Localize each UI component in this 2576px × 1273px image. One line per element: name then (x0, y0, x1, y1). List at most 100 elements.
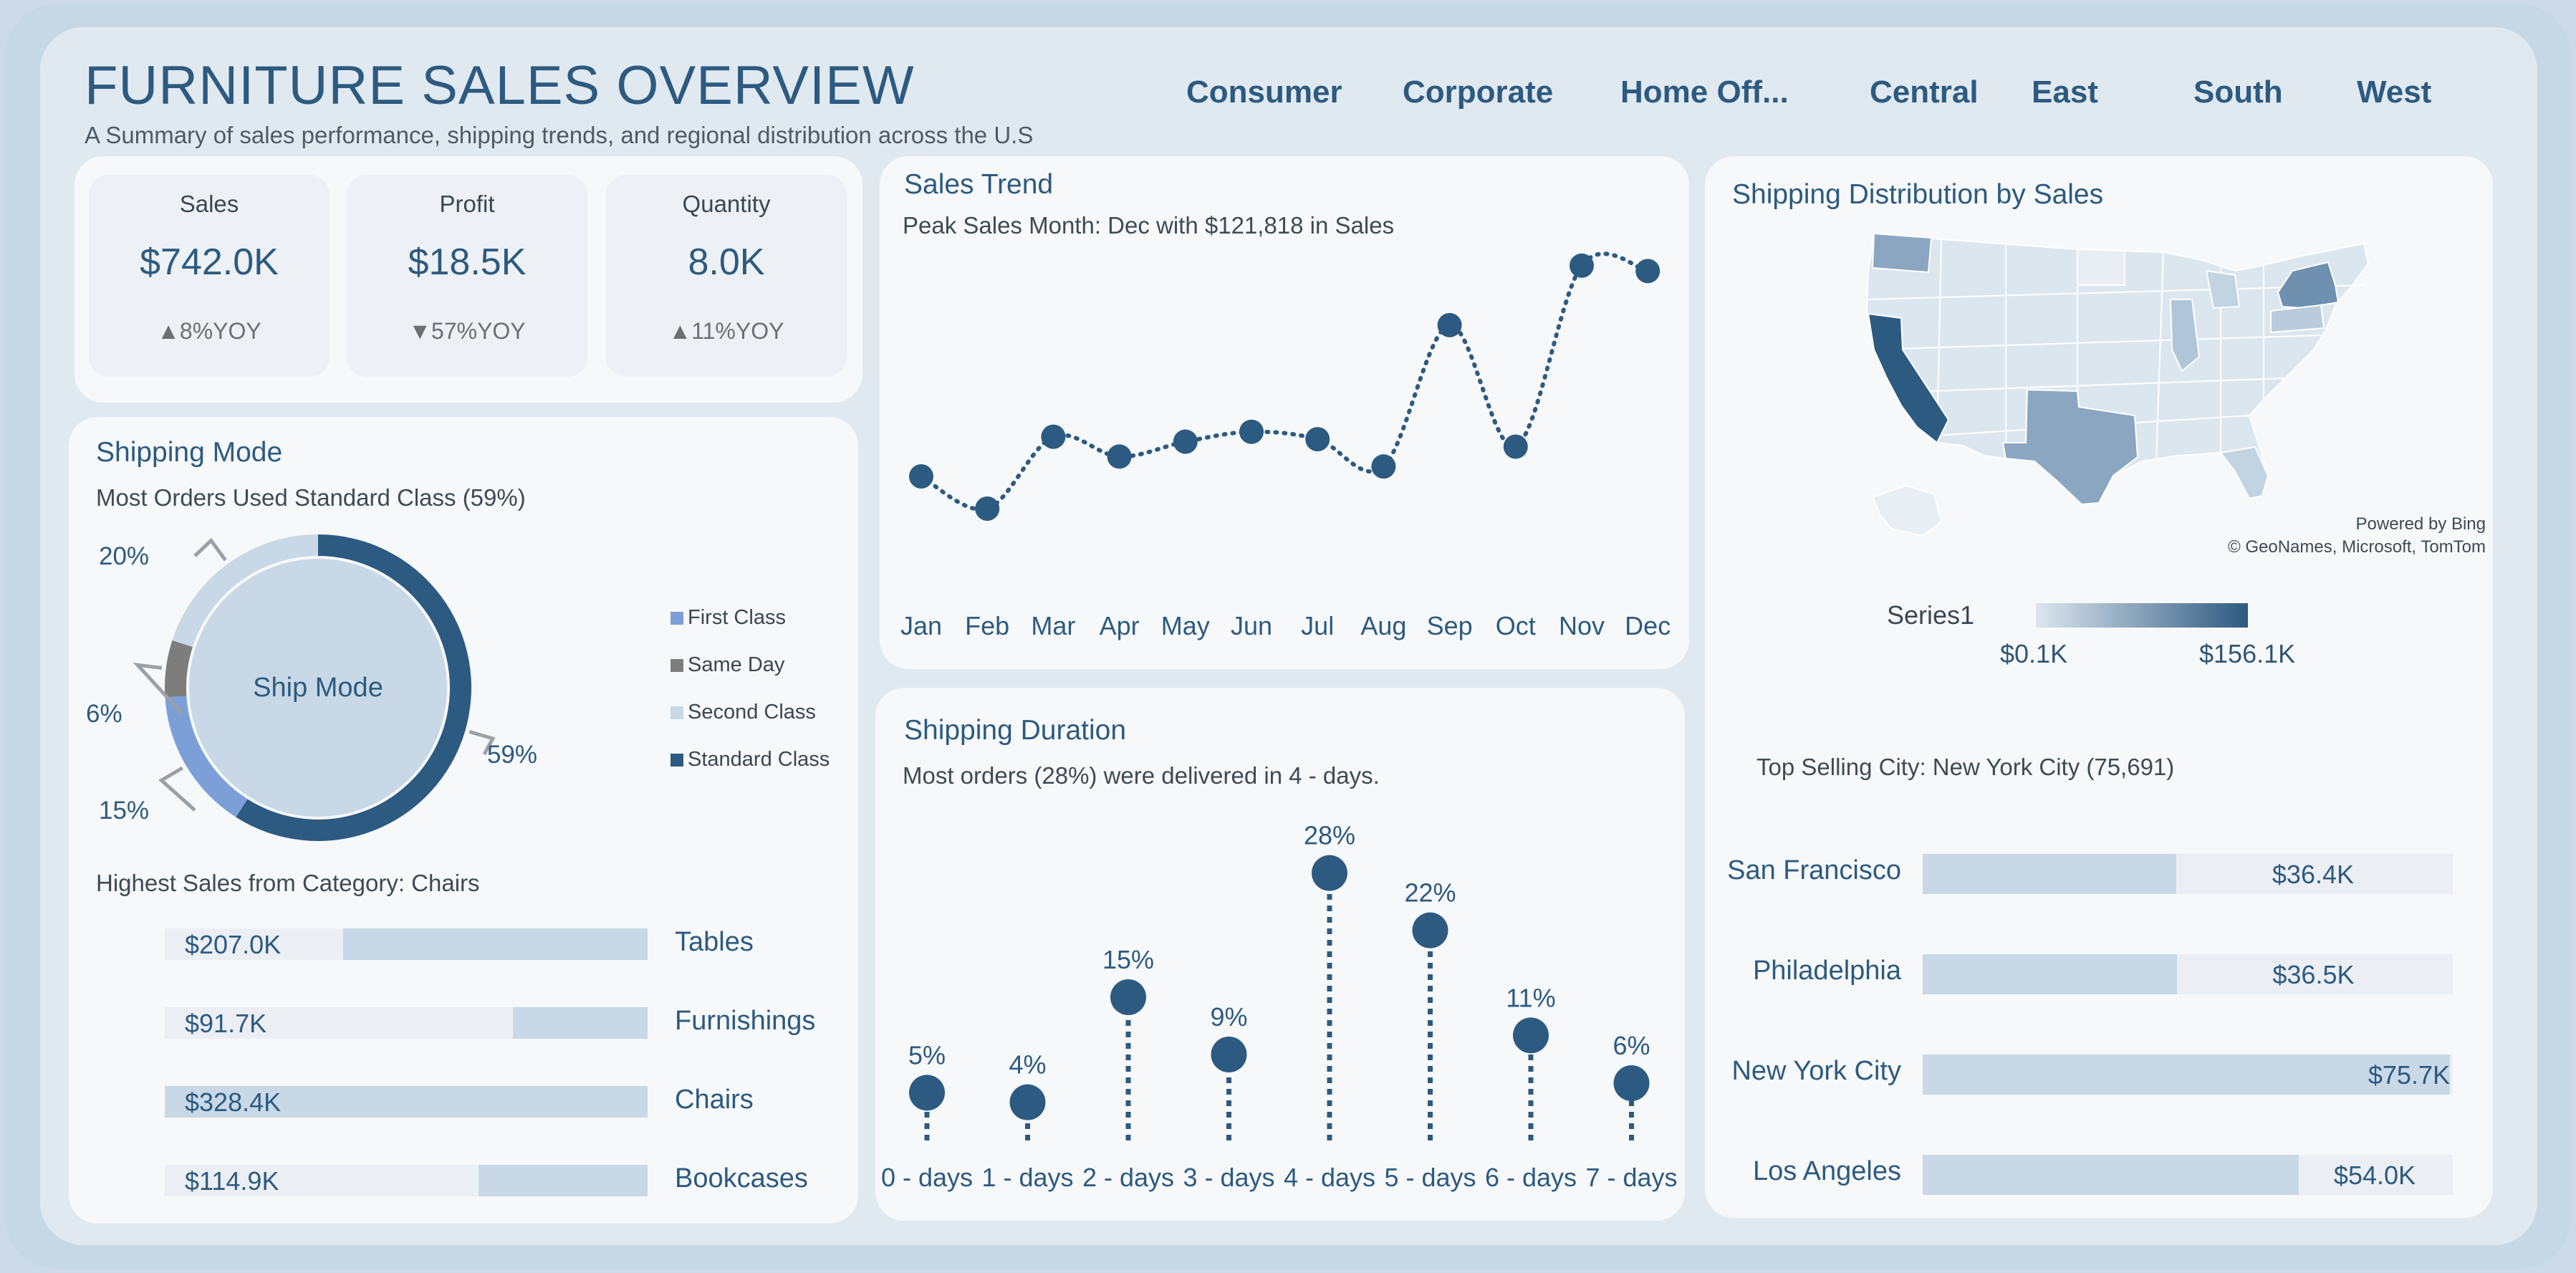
trend-point[interactable] (909, 464, 933, 489)
filter-segment-corporate[interactable]: Corporate (1403, 75, 1553, 110)
trend-point[interactable] (1570, 253, 1594, 278)
duration-point[interactable] (1211, 1037, 1247, 1072)
duration-value-label: 5% (908, 1040, 946, 1070)
trend-point[interactable] (1041, 424, 1066, 449)
trend-month-label: Apr (1100, 611, 1140, 640)
duration-point[interactable] (1613, 1065, 1650, 1101)
city-bar-fill (1923, 1155, 2299, 1195)
ship-mode-donut: 59% 15% 6% 20% Ship Mode (86, 534, 537, 841)
state-north-dakota[interactable] (2077, 248, 2125, 286)
duration-point[interactable] (1009, 1084, 1046, 1120)
sales-trend-note: Peak Sales Month: Dec with $121,818 in S… (903, 212, 1395, 239)
filter-segment-home-office[interactable]: Home Off... (1620, 75, 1789, 110)
filter-region-west[interactable]: West (2357, 75, 2431, 110)
kpi-card-quantity: Quantity 8.0K ▲11%YOY (606, 175, 847, 377)
duration-point[interactable] (1312, 855, 1347, 891)
category-bar-value: $328.4K (185, 1087, 282, 1117)
legend-label: First Class (688, 606, 786, 629)
city-label: San Francisco (1727, 855, 1901, 885)
duration-point[interactable] (909, 1075, 945, 1111)
map-legend-gradient (2036, 603, 2248, 628)
duration-category-label: 1 - days (981, 1163, 1073, 1192)
duration-category-label: 4 - days (1284, 1163, 1375, 1192)
category-label: Furnishings (675, 1006, 816, 1036)
category-bar-value: $207.0K (185, 930, 282, 959)
duration-value-label: 22% (1404, 878, 1456, 908)
trend-point[interactable] (1173, 429, 1198, 454)
trend-month-label: Sep (1427, 611, 1473, 640)
kpi-yoy: ▼57%YOY (408, 318, 526, 344)
legend-second-class[interactable]: Second Class (671, 701, 816, 724)
duration-value-label: 15% (1102, 945, 1154, 974)
shipping-duration-chart: 5% 0 - days 4% 1 - days 15% 2 - days 9% 3 - day… (881, 821, 1678, 1192)
category-bar[interactable]: $207.0K (165, 928, 648, 960)
category-bar[interactable]: $91.7K (165, 1007, 648, 1039)
legend-same-day[interactable]: Same Day (671, 653, 784, 677)
duration-point[interactable] (1513, 1017, 1549, 1054)
kpi-value: $18.5K (408, 241, 527, 283)
us-choropleth-map[interactable] (1863, 228, 2378, 557)
legend-standard-class[interactable]: Standard Class (671, 748, 830, 772)
duration-category-label: 5 - days (1384, 1163, 1476, 1192)
legend-swatch (671, 706, 683, 719)
city-bar-fill (1923, 854, 2177, 894)
trend-point[interactable] (1107, 444, 1132, 469)
map-credit-bing: Powered by Bing (2355, 514, 2486, 534)
duration-value-label: 4% (1009, 1050, 1046, 1080)
category-bar-value: $91.7K (185, 1009, 267, 1038)
donut-slice-same-day[interactable] (165, 640, 193, 698)
trend-point[interactable] (1503, 434, 1528, 459)
trend-month-label: May (1161, 611, 1210, 640)
duration-value-label: 28% (1304, 821, 1355, 850)
legend-swatch (671, 612, 683, 625)
trend-point[interactable] (1305, 427, 1330, 452)
category-bar[interactable]: $328.4K (165, 1086, 648, 1118)
city-bar[interactable]: $36.5K (1923, 954, 2453, 994)
map-title: Shipping Distribution by Sales (1732, 179, 2104, 210)
filter-region-central[interactable]: Central (1870, 75, 1979, 110)
filter-segment-consumer[interactable]: Consumer (1186, 75, 1342, 110)
state-washington[interactable] (1871, 232, 1933, 274)
kpi-value: 8.0K (688, 241, 765, 283)
trend-point[interactable] (1635, 259, 1661, 284)
category-bar-value: $114.9K (185, 1166, 279, 1196)
city-bar[interactable]: $54.0K (1923, 1155, 2453, 1195)
filter-region-east[interactable]: East (2032, 75, 2098, 110)
donut-leader-line (158, 766, 196, 812)
category-bar[interactable]: $114.9K (165, 1165, 648, 1196)
donut-center-label: Ship Mode (253, 673, 383, 703)
shipping-duration-title: Shipping Duration (904, 715, 1127, 746)
category-label: Chairs (675, 1085, 754, 1115)
trend-point[interactable] (1371, 454, 1396, 479)
donut-slice-label: 59% (487, 741, 537, 769)
state-alaska[interactable] (1871, 484, 1943, 537)
trend-month-label: Dec (1625, 611, 1671, 640)
trend-month-label: Jun (1231, 611, 1272, 640)
trend-point[interactable] (1239, 419, 1264, 444)
map-legend-title: Series1 (1887, 600, 1975, 630)
sales-trend-title: Sales Trend (904, 169, 1054, 200)
kpi-card-sales: Sales $742.0K ▲8%YOY (89, 175, 330, 377)
trend-month-label: Mar (1031, 611, 1075, 640)
city-bar[interactable]: $36.4K (1923, 854, 2453, 894)
duration-category-label: 6 - days (1485, 1163, 1577, 1192)
map-legend-min: $0.1K (2000, 639, 2068, 668)
duration-point[interactable] (1412, 912, 1448, 948)
city-bar[interactable]: $75.7K (1923, 1055, 2453, 1095)
kpi-value: $742.0K (140, 241, 279, 283)
legend-first-class[interactable]: First Class (671, 606, 786, 630)
city-bar-fill (1923, 954, 2178, 994)
trend-month-label: Feb (965, 611, 1009, 640)
kpi-yoy: ▲11%YOY (668, 318, 784, 344)
donut-slice-label: 15% (99, 797, 149, 825)
city-bar-value: $36.5K (2272, 960, 2355, 989)
page-subtitle: A Summary of sales performance, shipping… (85, 122, 1034, 148)
category-bar-fill (343, 928, 648, 960)
duration-point[interactable] (1110, 979, 1146, 1015)
trend-point[interactable] (975, 496, 1000, 521)
kpi-card-profit: Profit $18.5K ▼57%YOY (347, 175, 587, 377)
sales-trend-chart: Jan Feb Mar Apr May Jun Jul Aug Sep Oct Nov Dec (900, 251, 1671, 640)
filter-region-south[interactable]: South (2193, 75, 2283, 110)
duration-category-label: 7 - days (1585, 1163, 1677, 1192)
trend-point[interactable] (1437, 312, 1462, 337)
